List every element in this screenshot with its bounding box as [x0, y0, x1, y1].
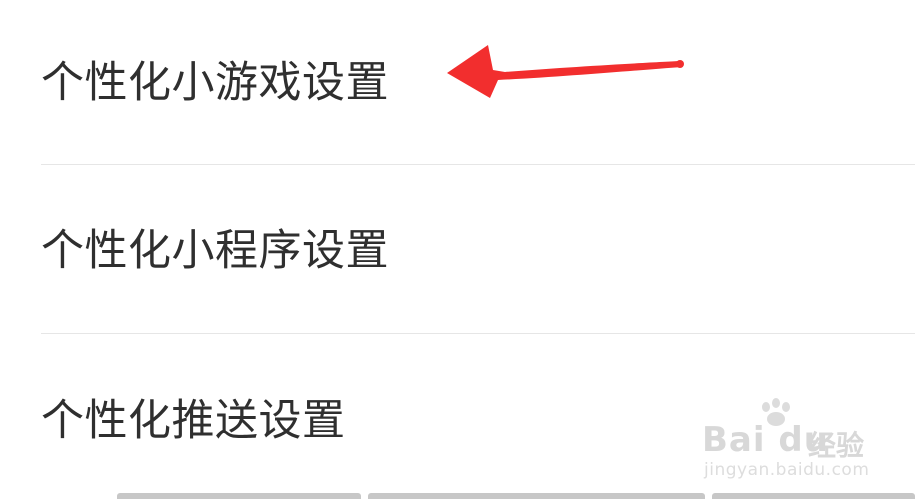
bottom-tab-strip — [0, 493, 915, 499]
setting-item-label: 个性化小游戏设置 — [41, 57, 389, 108]
settings-list: 个性化小游戏设置 个性化小程序设置 个性化推送设置 — [0, 0, 915, 499]
bottom-tab[interactable] — [368, 493, 705, 499]
setting-item-label: 个性化推送设置 — [41, 395, 346, 446]
setting-item-mini-programs[interactable]: 个性化小程序设置 — [41, 210, 915, 292]
setting-item-push[interactable]: 个性化推送设置 — [41, 380, 915, 462]
divider — [41, 333, 915, 334]
bottom-tab[interactable] — [712, 493, 915, 499]
bottom-tab[interactable] — [117, 493, 361, 499]
setting-item-mini-games[interactable]: 个性化小游戏设置 — [41, 42, 915, 124]
divider — [41, 164, 915, 165]
setting-item-label: 个性化小程序设置 — [41, 225, 389, 276]
